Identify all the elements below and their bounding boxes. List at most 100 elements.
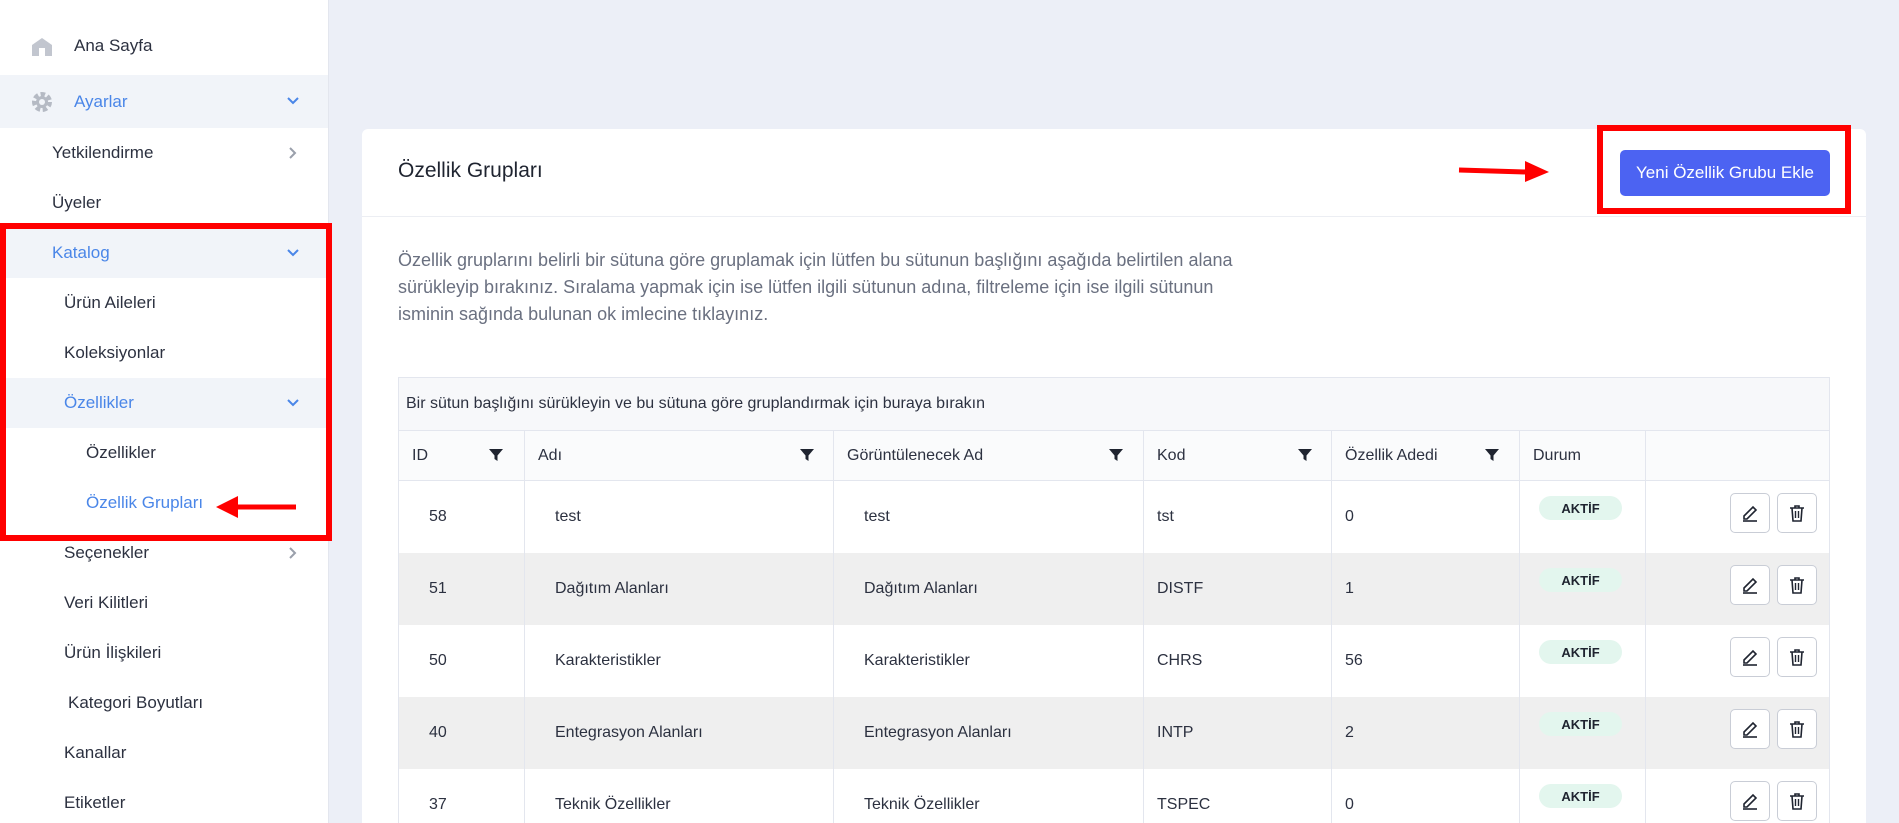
sidebar-item-urun-iliskileri[interactable]: Ürün İlişkileri (0, 628, 328, 678)
trash-icon (1787, 719, 1807, 739)
home-icon (30, 36, 54, 58)
cell-id: 37 (399, 769, 525, 823)
cell-code: TSPEC (1144, 769, 1332, 823)
sidebar-item-ayarlar[interactable]: Ayarlar (0, 75, 328, 128)
sidebar-item-uyeler[interactable]: Üyeler (0, 178, 328, 228)
edit-button[interactable] (1730, 781, 1770, 821)
cell-name: Karakteristikler (525, 625, 834, 697)
status-badge: AKTİF (1539, 496, 1622, 520)
trash-icon (1787, 503, 1807, 523)
data-grid: Bir sütun başlığını sürükleyin ve bu süt… (398, 377, 1830, 823)
cell-feature-count: 56 (1332, 625, 1520, 697)
chevron-down-icon (283, 91, 303, 111)
sidebar-item-label: Koleksiyonlar (64, 343, 166, 362)
cell-feature-count: 1 (1332, 553, 1520, 625)
filter-icon[interactable] (487, 446, 505, 464)
cell-display-name: Teknik Özellikler (834, 769, 1144, 823)
column-header-id[interactable]: ID (399, 431, 525, 481)
column-label: ID (412, 447, 428, 464)
annotation-arrow-right-icon (1458, 161, 1549, 182)
pencil-icon (1740, 503, 1760, 523)
sidebar-item-label: Ayarlar (74, 91, 128, 111)
column-header-code[interactable]: Kod (1144, 431, 1332, 481)
table-row: 58 test test tst 0 AKTİF (399, 481, 1829, 553)
chevron-right-icon (283, 143, 303, 163)
sidebar: Ana Sayfa Ayarlar Yetkilendirme Üyeler K… (0, 0, 329, 823)
cell-code: CHRS (1144, 625, 1332, 697)
cell-display-name: Entegrasyon Alanları (834, 697, 1144, 769)
annotation-arrow-left-icon (216, 496, 296, 518)
sidebar-item-yetkilendirme[interactable]: Yetkilendirme (0, 128, 328, 178)
cell-display-name: Karakteristikler (834, 625, 1144, 697)
sidebar-item-kanallar[interactable]: Kanallar (0, 728, 328, 778)
pencil-icon (1740, 719, 1760, 739)
delete-button[interactable] (1777, 565, 1817, 605)
trash-icon (1787, 791, 1807, 811)
status-badge: AKTİF (1539, 640, 1622, 664)
table-row: 37 Teknik Özellikler Teknik Özellikler T… (399, 769, 1829, 823)
column-label: Durum (1533, 447, 1582, 464)
filter-icon[interactable] (798, 446, 816, 464)
filter-icon[interactable] (1483, 446, 1501, 464)
sidebar-item-koleksiyonlar[interactable]: Koleksiyonlar (0, 328, 328, 378)
delete-button[interactable] (1777, 493, 1817, 533)
edit-button[interactable] (1730, 565, 1770, 605)
page-title: Özellik Grupları (398, 159, 543, 182)
pencil-icon (1740, 575, 1760, 595)
add-feature-group-button[interactable]: Yeni Özellik Grubu Ekle (1620, 150, 1830, 196)
column-header-actions (1646, 431, 1829, 481)
filter-icon[interactable] (1296, 446, 1314, 464)
sidebar-item-katalog[interactable]: Katalog (0, 228, 328, 278)
cell-feature-count: 2 (1332, 697, 1520, 769)
edit-button[interactable] (1730, 709, 1770, 749)
status-badge: AKTİF (1539, 712, 1622, 736)
cell-code: DISTF (1144, 553, 1332, 625)
sidebar-item-ozellikler-sub[interactable]: Özellikler (0, 428, 328, 478)
trash-icon (1787, 575, 1807, 595)
pencil-icon (1740, 647, 1760, 667)
column-label: Özellik Adedi (1345, 447, 1438, 464)
cell-id: 50 (399, 625, 525, 697)
card-header: Özellik Grupları Yeni Özellik Grubu Ekle (362, 129, 1866, 217)
sidebar-item-ana-sayfa[interactable]: Ana Sayfa (0, 21, 328, 71)
cell-feature-count: 0 (1332, 481, 1520, 553)
delete-button[interactable] (1777, 781, 1817, 821)
table-header: ID Adı Görüntülenecek Ad Kod Özellik Ade… (399, 431, 1829, 481)
chevron-down-icon (283, 243, 303, 263)
feature-groups-card: Özellik Grupları Yeni Özellik Grubu Ekle… (362, 129, 1866, 823)
sidebar-item-label: Seçenekler (64, 543, 150, 562)
edit-button[interactable] (1730, 493, 1770, 533)
sidebar-item-label: Katalog (52, 243, 110, 262)
cell-name: Entegrasyon Alanları (525, 697, 834, 769)
sidebar-item-label: Özellikler (86, 443, 156, 462)
cell-name: Teknik Özellikler (525, 769, 834, 823)
column-header-status[interactable]: Durum (1520, 431, 1646, 481)
edit-button[interactable] (1730, 637, 1770, 677)
sidebar-item-veri-kilitleri[interactable]: Veri Kilitleri (0, 578, 328, 628)
sidebar-item-label: Kategori Boyutları (68, 693, 204, 712)
sidebar-item-label: Üyeler (52, 193, 102, 212)
delete-button[interactable] (1777, 637, 1817, 677)
sidebar-item-label: Kanallar (64, 743, 127, 762)
status-badge: AKTİF (1539, 784, 1622, 808)
column-header-display-name[interactable]: Görüntülenecek Ad (834, 431, 1144, 481)
sidebar-item-secenekler[interactable]: Seçenekler (0, 528, 328, 578)
sidebar-item-etiketler[interactable]: Etiketler (0, 778, 328, 823)
sidebar-item-urun-aileleri[interactable]: Ürün Aileleri (0, 278, 328, 328)
cell-id: 58 (399, 481, 525, 553)
cell-display-name: Dağıtım Alanları (834, 553, 1144, 625)
sidebar-item-label: Ürün İlişkileri (64, 643, 162, 662)
cell-name: Dağıtım Alanları (525, 553, 834, 625)
cell-name: test (525, 481, 834, 553)
group-panel[interactable]: Bir sütun başlığını sürükleyin ve bu süt… (399, 378, 1829, 431)
sidebar-item-ozellikler[interactable]: Özellikler (0, 378, 328, 428)
sidebar-item-label: Özellik Grupları (86, 493, 204, 512)
page-description: Özellik gruplarını belirli bir sütuna gö… (398, 250, 1233, 324)
filter-icon[interactable] (1107, 446, 1125, 464)
chevron-right-icon (283, 543, 303, 563)
delete-button[interactable] (1777, 709, 1817, 749)
cell-feature-count: 0 (1332, 769, 1520, 823)
column-header-feature-count[interactable]: Özellik Adedi (1332, 431, 1520, 481)
sidebar-item-kategori-boyutlari[interactable]: Kategori Boyutları (0, 678, 328, 728)
column-header-name[interactable]: Adı (525, 431, 834, 481)
